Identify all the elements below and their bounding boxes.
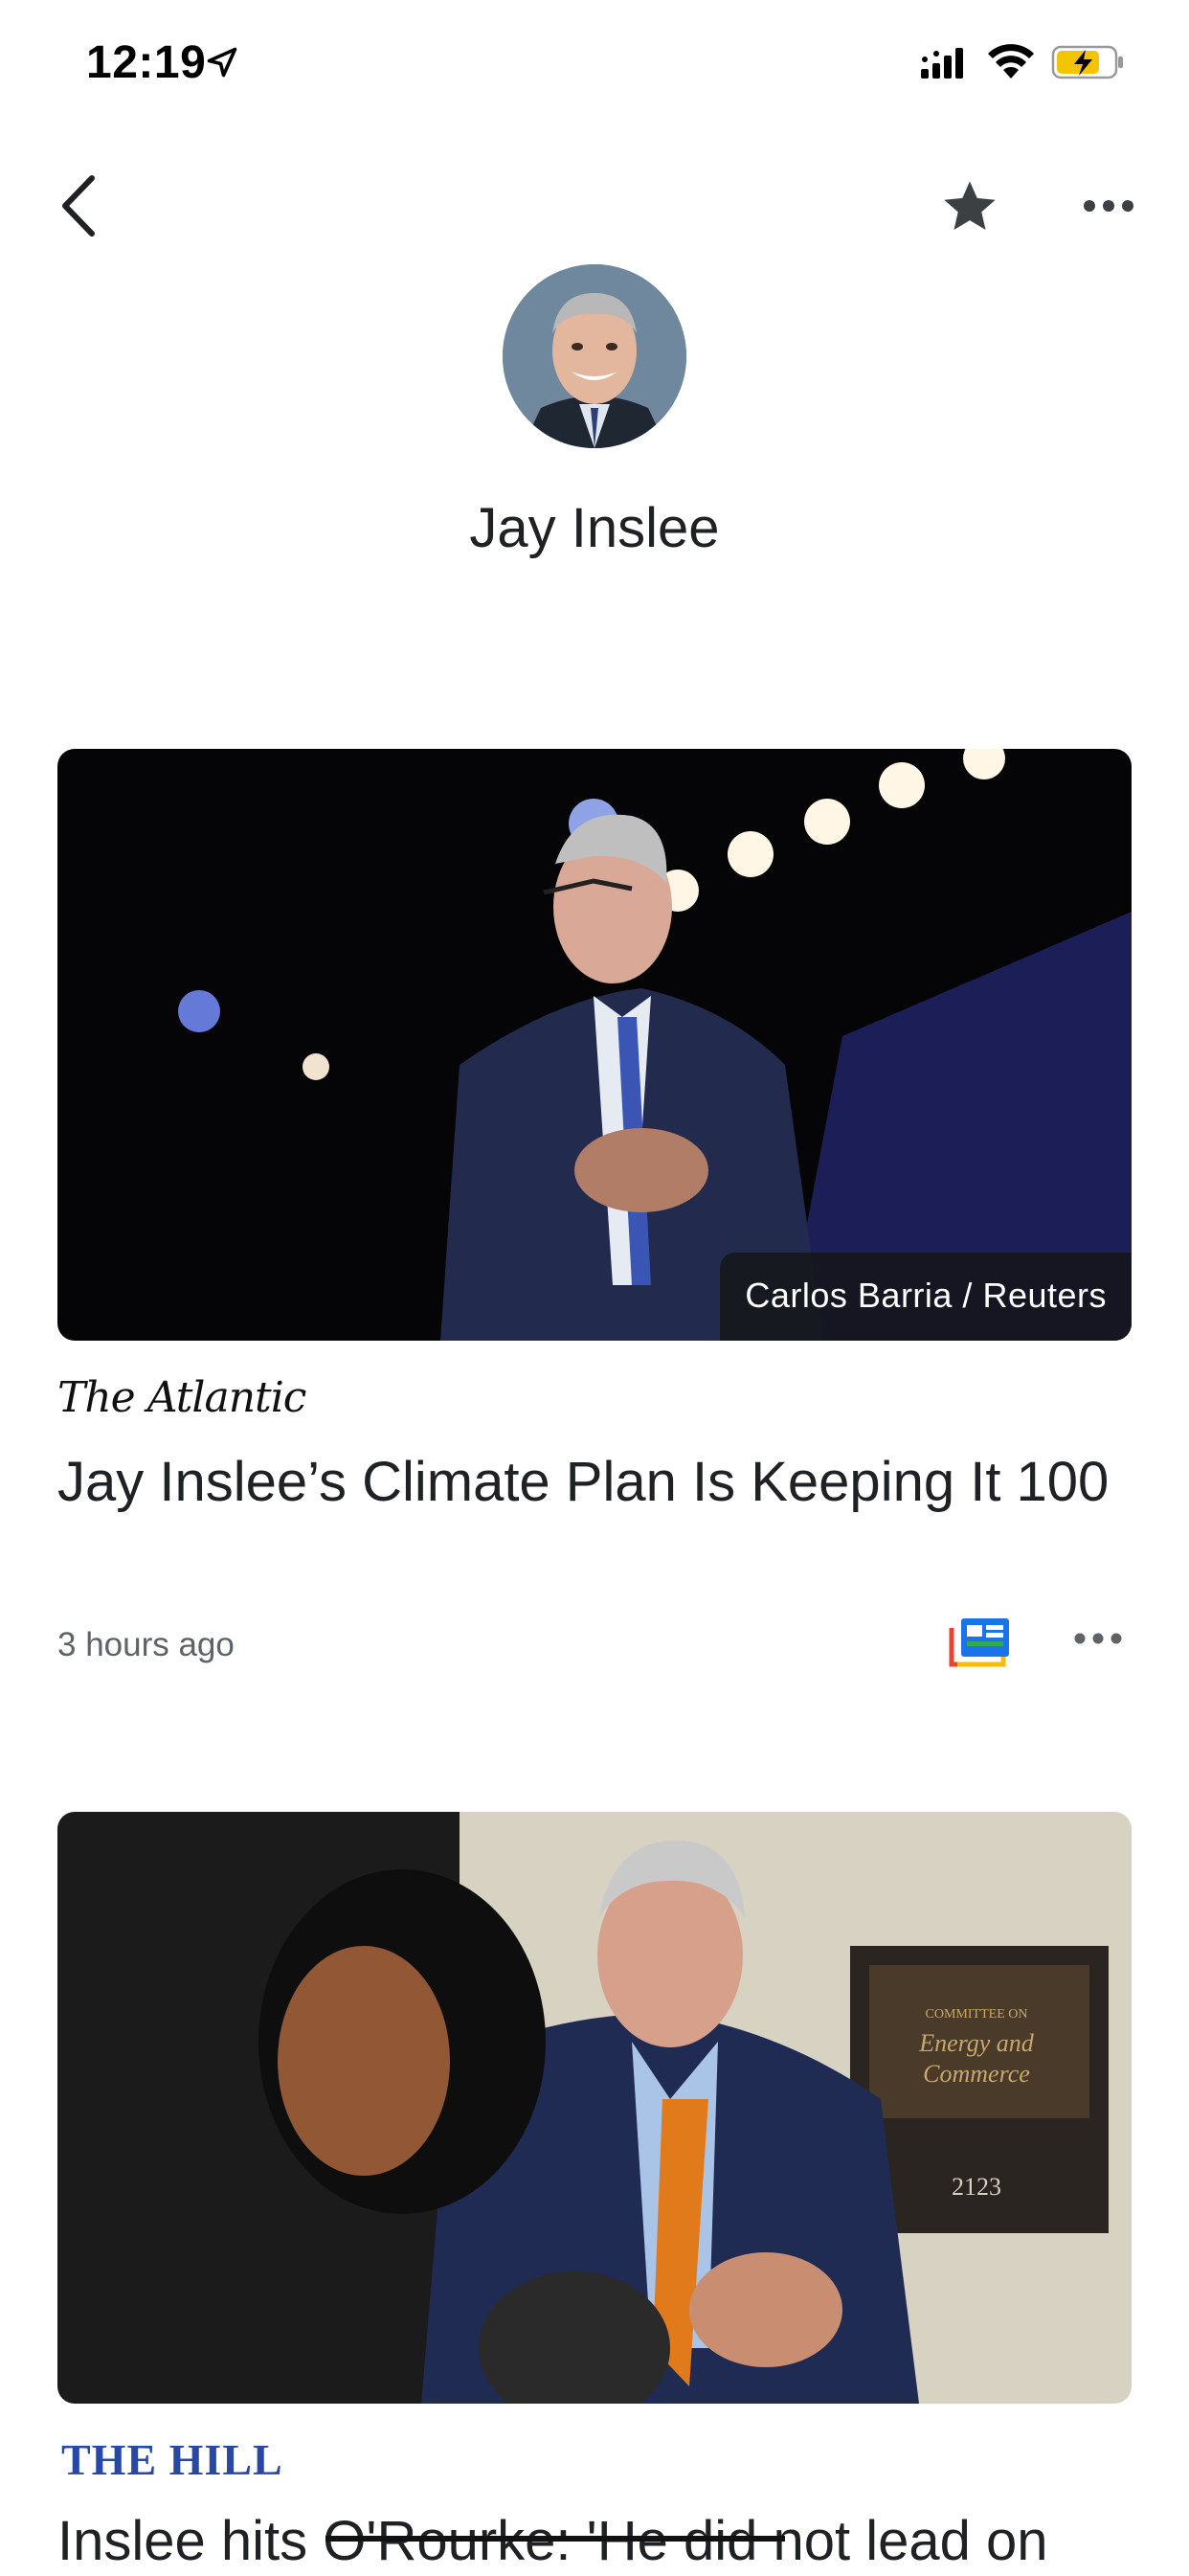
battery-charging-icon xyxy=(1051,45,1123,79)
publisher-logo: The Atlantic xyxy=(57,1373,306,1422)
article-image[interactable]: Carlos Barria / Reuters xyxy=(57,749,1132,1341)
sign-text: Commerce xyxy=(923,2060,1030,2088)
star-icon xyxy=(944,181,996,230)
star-button[interactable] xyxy=(938,176,1001,237)
back-button[interactable] xyxy=(52,170,109,241)
article-time: 3 hours ago xyxy=(57,1626,235,1663)
chevron-left-icon xyxy=(62,175,95,237)
article-card[interactable]: COMMITTEE ON Energy and Commerce 2123 TH… xyxy=(57,1812,1132,2574)
article-image[interactable]: COMMITTEE ON Energy and Commerce 2123 xyxy=(57,1812,1132,2404)
topic-avatar xyxy=(503,264,686,448)
scroll-indicator xyxy=(325,2536,785,2542)
photo-credit: Carlos Barria / Reuters xyxy=(720,1253,1132,1341)
article-card[interactable]: Carlos Barria / Reuters The Atlantic Jay… xyxy=(57,749,1132,1706)
sign-text: COMMITTEE ON xyxy=(926,2007,1028,2022)
wifi-icon xyxy=(988,44,1034,79)
sign-text: 2123 xyxy=(952,2173,1001,2201)
sign-text: Energy and xyxy=(918,2029,1035,2057)
more-horizontal-icon xyxy=(1084,200,1133,212)
topic-title: Jay Inslee xyxy=(469,497,720,559)
signal-icon xyxy=(921,48,963,79)
status-time: 12:19 xyxy=(86,37,207,88)
publisher-logo: THE HILL xyxy=(61,2435,283,2484)
article-headline[interactable]: Jay Inslee’s Climate Plan Is Keeping It … xyxy=(57,1448,1110,1517)
full-coverage-icon[interactable] xyxy=(948,1615,1015,1668)
more-options-button[interactable] xyxy=(1082,190,1135,222)
more-horizontal-icon xyxy=(1074,1633,1122,1644)
article-more-button[interactable] xyxy=(1072,1623,1124,1654)
location-icon xyxy=(207,47,237,78)
article-headline[interactable]: Inslee hits O'Rourke: 'He did not lead o… xyxy=(57,2507,1110,2576)
status-bar: 12:19 xyxy=(0,0,1189,124)
